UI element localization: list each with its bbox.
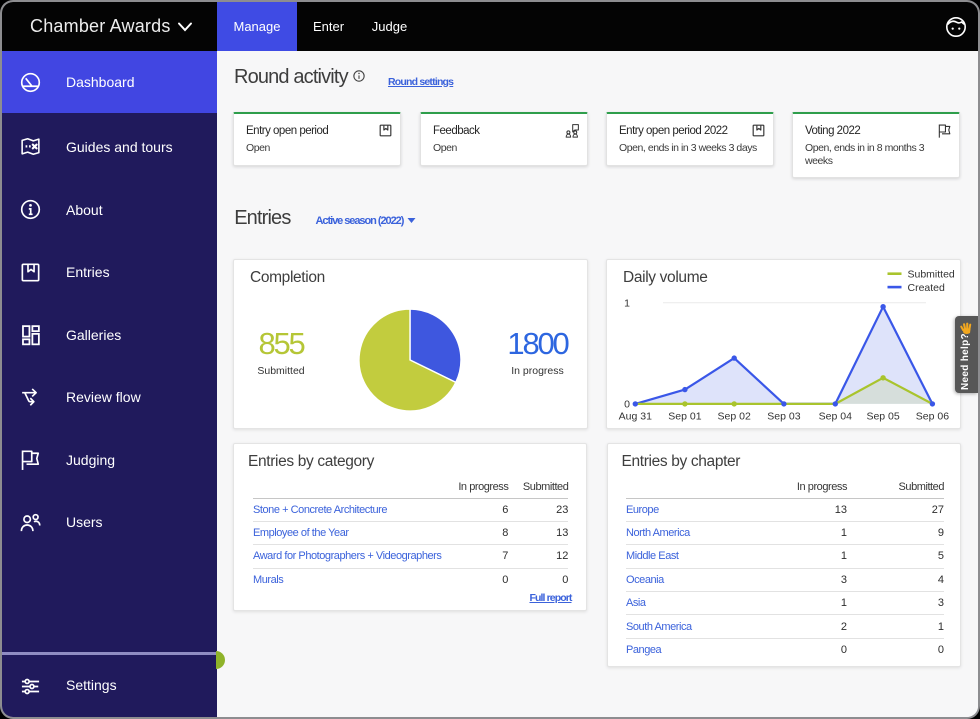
svg-text:Sep 06: Sep 06	[916, 410, 949, 422]
svg-text:Submitted: Submitted	[908, 268, 955, 280]
svg-text:Sep 05: Sep 05	[866, 410, 899, 422]
svg-text:Created: Created	[908, 282, 946, 294]
svg-text:Sep 01: Sep 01	[668, 410, 701, 422]
svg-text:Sep 03: Sep 03	[767, 410, 800, 422]
svg-text:0: 0	[624, 399, 630, 411]
svg-text:Aug 31: Aug 31	[619, 410, 652, 422]
svg-text:Sep 02: Sep 02	[718, 410, 751, 422]
svg-text:1: 1	[624, 298, 630, 310]
svg-text:Sep 04: Sep 04	[819, 410, 852, 422]
